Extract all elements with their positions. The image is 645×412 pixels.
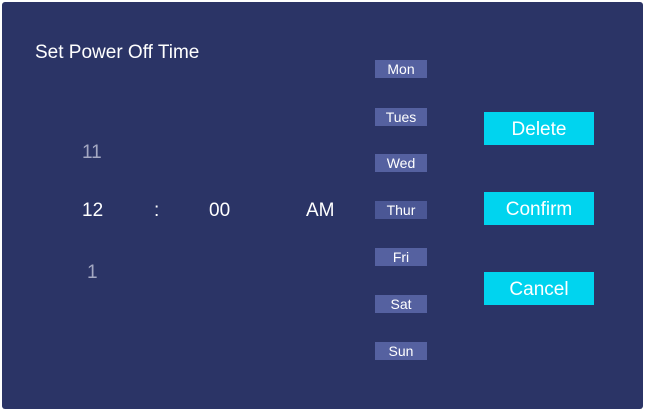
day-chip-tues[interactable]: Tues (375, 108, 427, 126)
minute-selected-value[interactable]: 00 (209, 200, 230, 222)
delete-button[interactable]: Delete (484, 112, 594, 145)
hour-previous-option[interactable]: 11 (82, 142, 102, 164)
day-chip-sat[interactable]: Sat (375, 295, 427, 313)
day-chip-sun[interactable]: Sun (375, 342, 427, 360)
hour-selected-value[interactable]: 12 (82, 200, 103, 222)
cancel-button[interactable]: Cancel (484, 272, 594, 305)
hour-next-option[interactable]: 1 (87, 262, 98, 284)
day-chip-fri[interactable]: Fri (375, 248, 427, 266)
dialog-title: Set Power Off Time (35, 42, 200, 63)
day-chip-wed[interactable]: Wed (375, 154, 427, 172)
power-off-time-dialog: Set Power Off Time 11 12 1 : 00 AM Mon T… (2, 2, 643, 409)
day-chip-thur[interactable]: Thur (375, 201, 427, 219)
confirm-button[interactable]: Confirm (484, 192, 594, 225)
day-chip-mon[interactable]: Mon (375, 60, 427, 78)
time-separator: : (154, 200, 160, 221)
period-selected-value[interactable]: AM (306, 200, 335, 222)
